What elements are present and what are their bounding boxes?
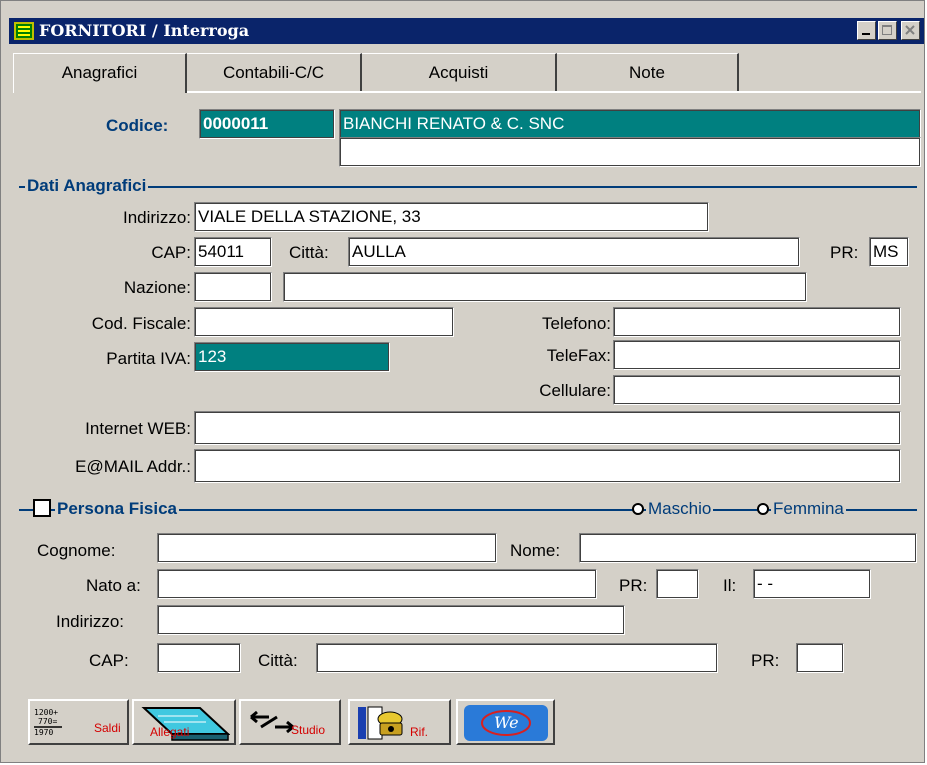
telefax-label: TeleFax: <box>546 346 611 365</box>
calculator-icon: 1200+ 770= 1970 <box>34 708 62 737</box>
close-button[interactable] <box>901 21 920 40</box>
nazione-code-field[interactable] <box>194 272 272 302</box>
cap-label: CAP: <box>151 243 191 262</box>
maschio-radio[interactable] <box>632 503 644 515</box>
email-label: E@MAIL Addr.: <box>75 457 191 476</box>
pr-field[interactable]: MS <box>869 237 909 267</box>
web-logo-icon: We <box>464 705 548 741</box>
web-button[interactable]: We <box>456 699 555 745</box>
telefono-label: Telefono: <box>542 314 611 333</box>
persona-cap-field[interactable] <box>157 643 241 673</box>
persona-pr-label: PR: <box>751 651 780 670</box>
cod-fiscale-field[interactable] <box>194 307 454 337</box>
transfer-arrows-icon <box>250 710 294 734</box>
persona-cap-label: CAP: <box>89 651 129 670</box>
telefax-field[interactable] <box>613 340 901 370</box>
persona-indirizzo-field[interactable] <box>157 605 625 635</box>
internet-web-label: Internet WEB: <box>85 419 191 438</box>
tab-anagrafici[interactable]: Anagrafici <box>13 53 187 93</box>
rif-button[interactable]: Rif. <box>348 699 451 745</box>
pr-label: PR: <box>830 243 859 262</box>
nazione-label: Nazione: <box>123 278 191 297</box>
codice-label: Codice: <box>106 116 169 135</box>
il-label: Il: <box>723 576 737 595</box>
dati-group-line <box>19 186 917 188</box>
saldi-button[interactable]: 1200+ 770= 1970 Saldi <box>28 699 129 745</box>
supplier-window: FORNITORI / Interroga Anagrafici Contabi… <box>0 0 925 763</box>
maximize-icon <box>882 25 892 35</box>
saldi-number-2: 770= <box>38 717 57 726</box>
cap-field[interactable]: 54011 <box>194 237 272 267</box>
web-logo-text: We <box>494 713 519 732</box>
maximize-button[interactable] <box>878 21 897 40</box>
ragione-sociale-field[interactable]: BIANCHI RENATO & C. SNC <box>339 109 921 139</box>
nato-a-field[interactable] <box>157 569 597 599</box>
window-title: FORNITORI / Interroga <box>39 21 250 40</box>
tab-note[interactable]: Note <box>557 53 739 93</box>
cellulare-label: Cellulare: <box>539 381 611 400</box>
close-icon <box>905 25 915 35</box>
ragione-sociale-2-field[interactable] <box>339 137 921 167</box>
nato-pr-label: PR: <box>619 576 648 595</box>
data-nascita-field[interactable]: - - <box>753 569 871 599</box>
studio-label: Studio <box>291 723 326 737</box>
saldi-number-3: 1970 <box>34 728 53 737</box>
phone-book-icon <box>358 706 403 740</box>
partita-iva-label: Partita IVA: <box>106 349 191 368</box>
femmina-radio[interactable] <box>757 503 769 515</box>
nato-a-label: Nato a: <box>86 576 141 595</box>
indirizzo-field[interactable]: VIALE DELLA STAZIONE, 33 <box>194 202 709 232</box>
nazione-desc-field[interactable] <box>283 272 807 302</box>
tab-contabili[interactable]: Contabili-C/C <box>187 53 362 93</box>
nato-pr-field[interactable] <box>656 569 699 599</box>
tab-acquisti[interactable]: Acquisti <box>362 53 557 93</box>
app-icon <box>14 22 34 40</box>
tab-underline <box>187 91 921 93</box>
telefono-field[interactable] <box>613 307 901 337</box>
persona-citta-label: Città: <box>258 651 298 670</box>
persona-fisica-title: Persona Fisica <box>55 499 180 519</box>
dati-anagrafici-title: Dati Anagrafici <box>25 176 149 196</box>
citta-label: Città: <box>289 243 329 262</box>
persona-pr-field[interactable] <box>796 643 844 673</box>
femmina-label: Femmina <box>771 499 846 519</box>
title-bar: FORNITORI / Interroga <box>9 18 924 44</box>
minimize-button[interactable] <box>857 21 876 40</box>
rif-label: Rif. <box>410 725 428 739</box>
persona-citta-field[interactable] <box>316 643 718 673</box>
maschio-label: Maschio <box>646 499 714 519</box>
cognome-label: Cognome: <box>37 541 116 560</box>
saldi-label: Saldi <box>94 721 121 735</box>
allegati-label: Allegati <box>150 725 190 739</box>
nome-label: Nome: <box>510 541 561 560</box>
nome-field[interactable] <box>579 533 917 563</box>
studio-button[interactable]: Studio <box>239 699 341 745</box>
citta-field[interactable]: AULLA <box>348 237 800 267</box>
cod-fiscale-label: Cod. Fiscale: <box>91 314 191 333</box>
indirizzo-label: Indirizzo: <box>122 208 191 227</box>
minimize-icon <box>862 33 870 35</box>
persona-fisica-checkbox[interactable] <box>33 499 51 517</box>
internet-web-field[interactable] <box>194 411 901 445</box>
persona-indirizzo-label: Indirizzo: <box>56 612 125 631</box>
cellulare-field[interactable] <box>613 375 901 405</box>
partita-iva-field[interactable]: 123 <box>194 342 390 372</box>
email-field[interactable] <box>194 449 901 483</box>
tab-bar: Anagrafici Contabili-C/C Acquisti Note <box>13 53 921 93</box>
codice-field[interactable]: 0000011 <box>199 109 335 139</box>
saldi-number-1: 1200+ <box>34 708 58 717</box>
allegati-button[interactable]: Allegati <box>132 699 236 745</box>
cognome-field[interactable] <box>157 533 497 563</box>
